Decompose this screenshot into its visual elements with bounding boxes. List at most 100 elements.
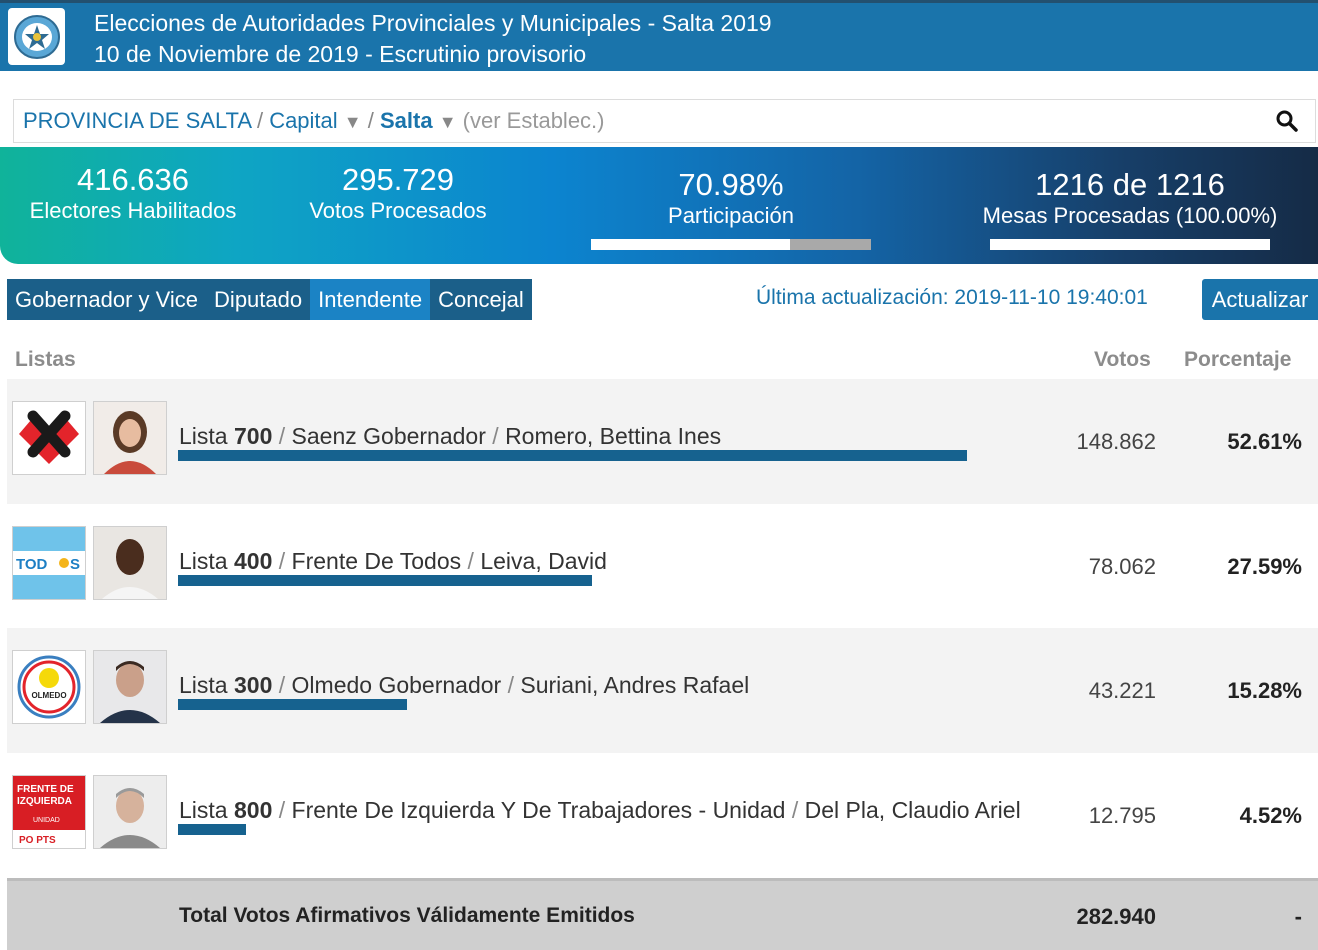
party-name: Frente De Izquierda Y De Trabajadores - …	[291, 796, 786, 823]
candidate-man-avatar-icon	[94, 526, 166, 599]
todos-logo-text-b: S	[70, 556, 80, 573]
fit-logo-line1: FRENTE DE	[17, 784, 74, 795]
candidate-photo	[93, 525, 167, 600]
party-logo	[12, 401, 86, 475]
app-header: Elecciones de Autoridades Provinciales y…	[0, 0, 1318, 71]
candidate-photo	[93, 401, 167, 475]
page-subtitle: 10 de Noviembre de 2019 - Escrutinio pro…	[94, 41, 587, 67]
total-votes: 282.940	[1076, 904, 1156, 929]
stats-banner: 416.636 Electores Habilitados 295.729 Vo…	[0, 147, 1318, 264]
department-dropdown-icon[interactable]: ▼	[344, 112, 362, 132]
list-word: Lista	[179, 423, 228, 449]
tab-concejal[interactable]: Concejal	[430, 279, 532, 320]
stat-tables: 1216 de 1216 Mesas Procesadas (100.00%)	[965, 168, 1295, 230]
establishments-link[interactable]: (ver Establec.)	[463, 108, 605, 133]
vote-bar	[178, 450, 967, 461]
list-line: Lista 700 / Saenz Gobernador / Romero, B…	[179, 423, 721, 450]
table-row: Lista 700 / Saenz Gobernador / Romero, B…	[7, 379, 1318, 504]
party-logo: FRENTE DE IZQUIERDA UNIDAD PO PTS	[12, 774, 86, 849]
refresh-button[interactable]: Actualizar	[1202, 279, 1318, 320]
breadcrumb-department-link[interactable]: Capital	[269, 108, 337, 133]
column-header-lists: Listas	[15, 348, 76, 371]
list-word: Lista	[179, 796, 228, 823]
candidate-name: Romero, Bettina Ines	[505, 423, 722, 449]
breadcrumb-province-link[interactable]: PROVINCIA DE SALTA	[23, 108, 251, 133]
total-label: Total Votos Afirmativos Válidamente Emit…	[179, 904, 635, 927]
fit-logo-line3: UNIDAD	[33, 817, 60, 824]
list-line: Lista 400 / Frente De Todos / Leiva, Dav…	[179, 548, 607, 575]
party-logo: OLMEDO	[12, 650, 86, 724]
tab-intendente[interactable]: Intendente	[310, 279, 431, 320]
separator: /	[278, 796, 286, 823]
list-line: Lista 300 / Olmedo Gobernador / Suriani,…	[179, 672, 749, 699]
vote-bar	[178, 823, 246, 835]
separator: /	[492, 423, 499, 449]
candidate-photo	[93, 650, 167, 724]
separator: /	[507, 672, 514, 698]
salta-coat-of-arms-logo	[8, 8, 65, 65]
list-word: Lista	[179, 672, 228, 698]
participation-label: Participación	[668, 203, 794, 228]
stat-electors: 416.636 Electores Habilitados	[18, 163, 248, 225]
tables-value: 1216 de 1216	[1035, 167, 1225, 202]
heart-x-logo-icon	[19, 410, 79, 464]
separator: /	[467, 547, 474, 574]
vote-count: 12.795	[1088, 802, 1156, 828]
participation-value: 70.98%	[678, 167, 784, 202]
list-number: 700	[233, 423, 273, 449]
column-header-percent: Porcentaje	[1184, 348, 1292, 371]
last-update-text: Última actualización: 2019-11-10 19:40:0…	[756, 286, 1148, 309]
olmedo-logo-text: OLMEDO	[31, 691, 66, 700]
vote-percent: 15.28%	[1227, 678, 1302, 703]
list-number: 300	[233, 672, 273, 698]
table-row: TOD S Lista 400 / Frente De Todos / Leiv…	[7, 503, 1318, 628]
candidate-photo	[93, 774, 167, 849]
vote-count: 148.862	[1076, 429, 1156, 454]
results-table: Lista 700 / Saenz Gobernador / Romero, B…	[7, 379, 1318, 877]
candidate-name: Suriani, Andres Rafael	[520, 672, 750, 698]
list-number: 800	[233, 796, 273, 823]
list-number: 400	[233, 547, 273, 574]
municipality-dropdown-icon[interactable]: ▼	[439, 112, 457, 132]
candidate-name: Del Pla, Claudio Ariel	[804, 796, 1021, 823]
separator: /	[791, 796, 799, 823]
breadcrumb-separator: /	[367, 108, 374, 133]
fit-logo-icon: FRENTE DE IZQUIERDA UNIDAD PO PTS	[13, 775, 85, 848]
tables-progress-fill	[990, 239, 1270, 250]
party-name: Olmedo Gobernador	[291, 672, 502, 698]
processed-votes-value: 295.729	[341, 162, 455, 197]
candidate-name: Leiva, David	[480, 547, 607, 574]
vote-count: 43.221	[1088, 678, 1156, 703]
candidate-man-avatar-icon	[94, 775, 166, 848]
tab-gobernador[interactable]: Gobernador y Vice	[7, 279, 206, 320]
breadcrumb-municipality[interactable]: Salta	[380, 108, 433, 133]
electors-label: Electores Habilitados	[29, 198, 237, 223]
vote-count: 78.062	[1088, 553, 1156, 579]
party-name: Saenz Gobernador	[291, 423, 486, 449]
electors-value: 416.636	[76, 162, 190, 197]
breadcrumb: PROVINCIA DE SALTA / Capital ▼ / Salta ▼…	[13, 99, 1316, 143]
vote-percent: 27.59%	[1227, 553, 1302, 579]
fit-logo-line2: IZQUIERDA	[17, 796, 72, 807]
stat-processed-votes: 295.729 Votos Procesados	[283, 163, 513, 225]
separator: /	[278, 423, 286, 449]
sun-emblem-icon	[13, 14, 60, 59]
separator: /	[278, 672, 286, 698]
tables-label: Mesas Procesadas (100.00%)	[982, 203, 1278, 228]
todos-logo-text-a: TOD	[16, 556, 48, 573]
breadcrumb-separator: /	[256, 108, 264, 133]
column-header-votes: Votos	[1094, 348, 1151, 371]
party-logo: TOD S	[12, 525, 86, 600]
search-icon[interactable]	[1275, 109, 1299, 133]
total-row: Total Votos Afirmativos Válidamente Emit…	[7, 878, 1318, 950]
header-top-line	[0, 0, 1318, 3]
processed-votes-label: Votos Procesados	[309, 198, 487, 223]
tab-diputado[interactable]: Diputado	[206, 279, 310, 320]
total-percent: -	[1294, 904, 1302, 929]
participation-progress-bar	[591, 239, 871, 250]
page-title: Elecciones de Autoridades Provinciales y…	[94, 10, 772, 36]
candidate-man-avatar-icon	[94, 651, 166, 723]
vote-bar	[178, 699, 407, 710]
candidate-woman-avatar-icon	[94, 402, 166, 474]
vote-percent: 52.61%	[1227, 429, 1302, 454]
